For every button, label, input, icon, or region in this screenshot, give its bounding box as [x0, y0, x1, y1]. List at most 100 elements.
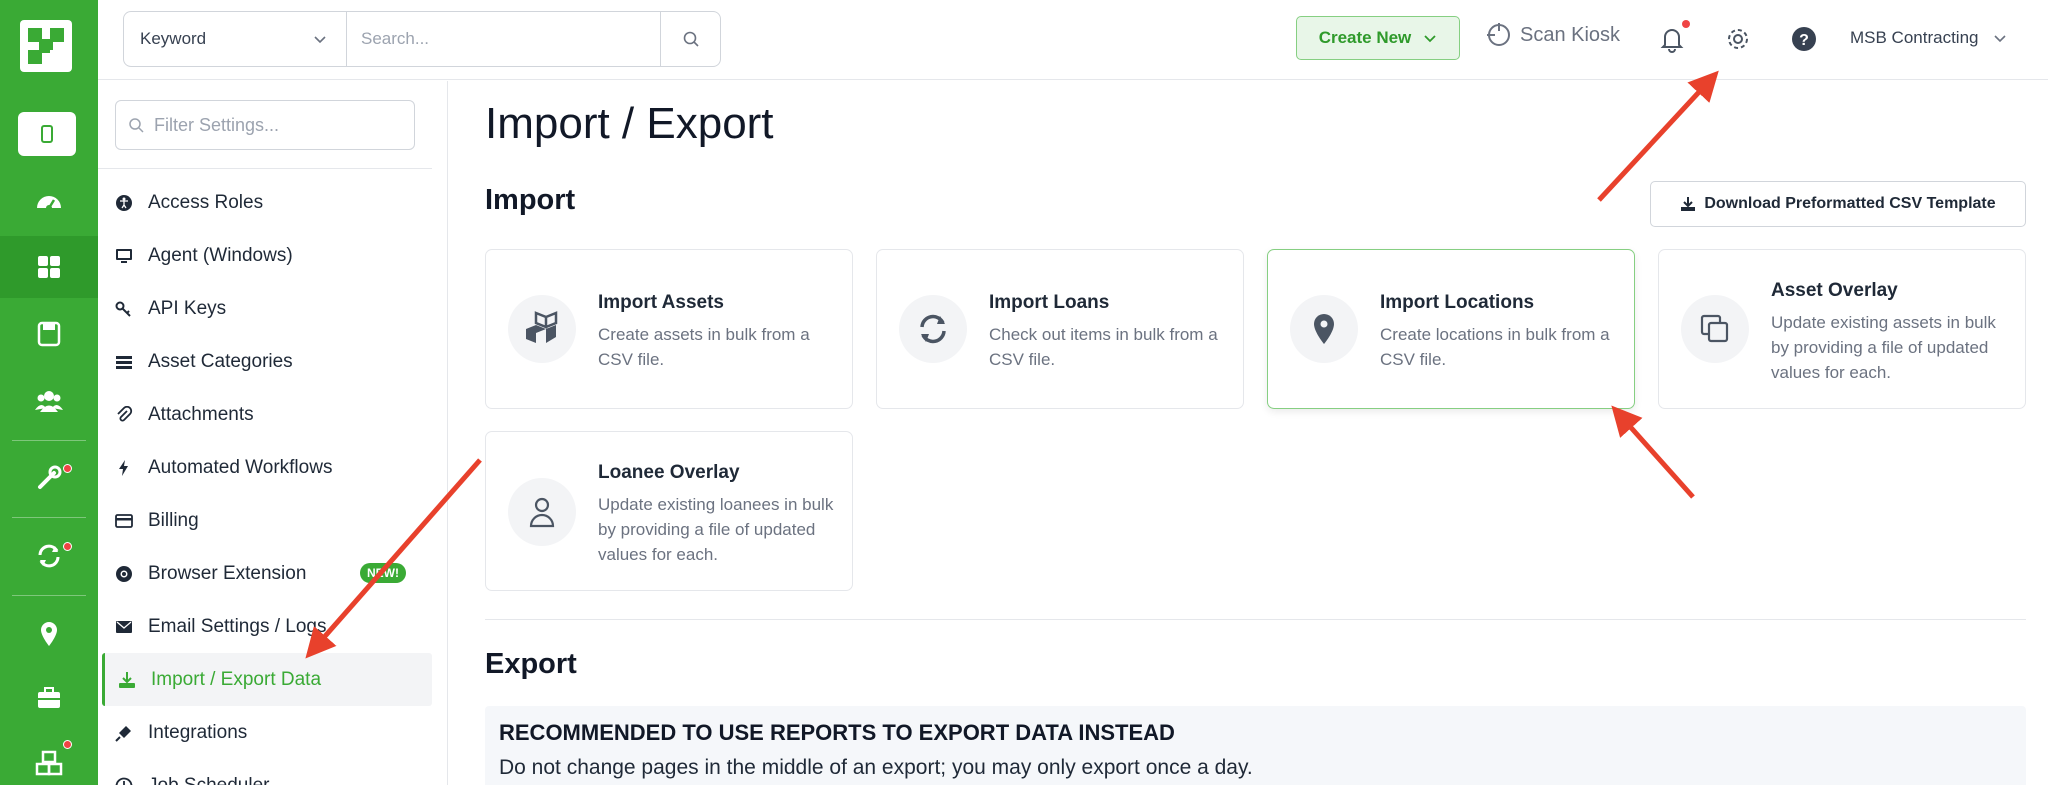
- settings-sidebar: Access Roles Agent (Windows) API Keys As…: [98, 81, 448, 785]
- search-group: Keyword: [123, 11, 721, 67]
- universal-access-icon: [116, 194, 132, 211]
- help-icon[interactable]: ?: [1787, 22, 1821, 56]
- create-new-button[interactable]: Create New: [1296, 16, 1460, 60]
- download-csv-template-button[interactable]: Download Preformatted CSV Template: [1650, 181, 2026, 227]
- cubes-icon: [508, 295, 576, 363]
- tablet-icon[interactable]: [18, 112, 76, 156]
- save-icon[interactable]: [0, 303, 98, 365]
- import-assets-card[interactable]: Import Assets Create assets in bulk from…: [485, 249, 853, 409]
- list-icon: [116, 355, 132, 369]
- dashboard-icon[interactable]: [0, 172, 98, 234]
- chrome-icon: [116, 565, 132, 582]
- section-divider: [485, 619, 2026, 620]
- bolt-icon: [119, 459, 128, 476]
- paperclip-icon: [117, 405, 133, 421]
- gear-icon[interactable]: [1721, 22, 1755, 56]
- search-icon: [683, 31, 699, 47]
- sidebar-item-asset-categories[interactable]: Asset Categories: [98, 335, 432, 388]
- key-icon: [115, 301, 131, 317]
- card-description: Update existing loanees in bulk by provi…: [598, 495, 834, 564]
- notification-dot: [1682, 20, 1690, 28]
- briefcase-icon[interactable]: [0, 667, 98, 729]
- sidebar-item-job-scheduler[interactable]: Job Scheduler: [98, 759, 432, 785]
- keyword-label: Keyword: [140, 29, 207, 48]
- sidebar-item-label: Automated Workflows: [148, 456, 333, 478]
- notification-dot: [63, 464, 72, 473]
- sidebar-item-billing[interactable]: Billing: [98, 494, 432, 547]
- plug-icon: [115, 725, 131, 742]
- credit-card-icon: [115, 513, 133, 528]
- app-window: Keyword Create New Scan Kiosk ?: [0, 0, 2048, 785]
- sidebar-item-label: Access Roles: [148, 191, 264, 213]
- users-icon[interactable]: [0, 370, 98, 432]
- search-icon: [129, 118, 144, 133]
- chevron-down-icon: [1424, 35, 1436, 43]
- sidebar-item-label: Agent (Windows): [148, 244, 293, 266]
- user-icon: [508, 478, 576, 546]
- sidebar-item-automated-workflows[interactable]: Automated Workflows: [98, 441, 432, 494]
- sidebar-item-browser-extension[interactable]: Browser Extension NEW!: [98, 547, 432, 600]
- cubes-icon[interactable]: [0, 733, 98, 785]
- card-title: Loanee Overlay: [598, 462, 740, 483]
- rail-divider: [12, 517, 86, 518]
- card-description: Check out items in bulk from a CSV file.: [989, 325, 1218, 369]
- notice-title: RECOMMENDED TO USE REPORTS TO EXPORT DAT…: [499, 720, 1175, 745]
- sidebar-item-label: Email Settings / Logs: [148, 615, 327, 637]
- sidebar-item-label: Attachments: [148, 403, 254, 425]
- import-heading: Import: [485, 184, 576, 216]
- sync-icon[interactable]: [0, 525, 98, 587]
- export-heading: Export: [485, 648, 577, 680]
- map-pin-icon: [1290, 295, 1358, 363]
- card-title: Import Assets: [598, 292, 724, 313]
- svg-text:?: ?: [1799, 32, 1809, 49]
- map-pin-icon[interactable]: [0, 603, 98, 665]
- sidebar-item-email-settings[interactable]: Email Settings / Logs: [98, 600, 432, 653]
- settings-list: Access Roles Agent (Windows) API Keys As…: [98, 176, 432, 785]
- sidebar-item-label: Asset Categories: [148, 350, 293, 372]
- top-bar: Keyword Create New Scan Kiosk ?: [98, 0, 2048, 80]
- sidebar-item-access-roles[interactable]: Access Roles: [98, 176, 432, 229]
- chevron-down-icon: [314, 36, 326, 44]
- scan-kiosk-label: Scan Kiosk: [1520, 23, 1621, 46]
- org-name: MSB Contracting: [1850, 28, 1979, 47]
- envelope-icon: [116, 620, 132, 633]
- search-input[interactable]: [347, 12, 660, 66]
- sidebar-item-label: Browser Extension: [148, 562, 307, 584]
- new-badge: NEW!: [360, 563, 406, 583]
- card-description: Create locations in bulk from a CSV file…: [1380, 325, 1610, 369]
- sidebar-item-agent-windows[interactable]: Agent (Windows): [98, 229, 432, 282]
- search-button[interactable]: [660, 12, 720, 66]
- import-locations-card[interactable]: Import Locations Create locations in bul…: [1267, 249, 1635, 409]
- app-logo[interactable]: [20, 20, 72, 72]
- asset-overlay-card[interactable]: Asset Overlay Update existing assets in …: [1658, 249, 2026, 409]
- card-description: Update existing assets in bulk by provid…: [1771, 313, 1996, 382]
- download-csv-template-label: Download Preformatted CSV Template: [1704, 195, 1996, 212]
- keyword-dropdown[interactable]: Keyword: [124, 12, 347, 66]
- rail-divider: [12, 595, 86, 596]
- sidebar-item-attachments[interactable]: Attachments: [98, 388, 432, 441]
- main-content: Import / Export Import Download Preforma…: [449, 81, 2048, 785]
- sidebar-item-label: Job Scheduler: [148, 774, 270, 785]
- sidebar-item-integrations[interactable]: Integrations: [98, 706, 432, 759]
- copy-icon: [1681, 295, 1749, 363]
- import-loans-card[interactable]: Import Loans Check out items in bulk fro…: [876, 249, 1244, 409]
- export-notice: RECOMMENDED TO USE REPORTS TO EXPORT DAT…: [485, 706, 2026, 785]
- filter-settings-input[interactable]: [154, 114, 394, 136]
- grid-icon[interactable]: [0, 236, 98, 298]
- download-icon: [119, 671, 135, 688]
- sidebar-item-api-keys[interactable]: API Keys: [98, 282, 432, 335]
- sidebar-item-import-export[interactable]: Import / Export Data: [102, 653, 432, 706]
- wrench-icon[interactable]: [0, 447, 98, 509]
- filter-settings-field[interactable]: [115, 100, 415, 150]
- org-switcher[interactable]: MSB Contracting: [1850, 28, 2007, 48]
- chevron-down-icon: [1993, 35, 2006, 43]
- notification-dot: [63, 740, 72, 749]
- card-title: Asset Overlay: [1771, 280, 1898, 301]
- scan-kiosk-button[interactable]: Scan Kiosk: [1486, 22, 1620, 48]
- rail-divider: [12, 440, 86, 441]
- sidebar-item-label: Billing: [148, 509, 199, 531]
- notice-body: Do not change pages in the middle of an …: [499, 756, 1253, 779]
- loanee-overlay-card[interactable]: Loanee Overlay Update existing loanees i…: [485, 431, 853, 591]
- download-icon: [1681, 197, 1696, 211]
- page-title: Import / Export: [485, 99, 774, 148]
